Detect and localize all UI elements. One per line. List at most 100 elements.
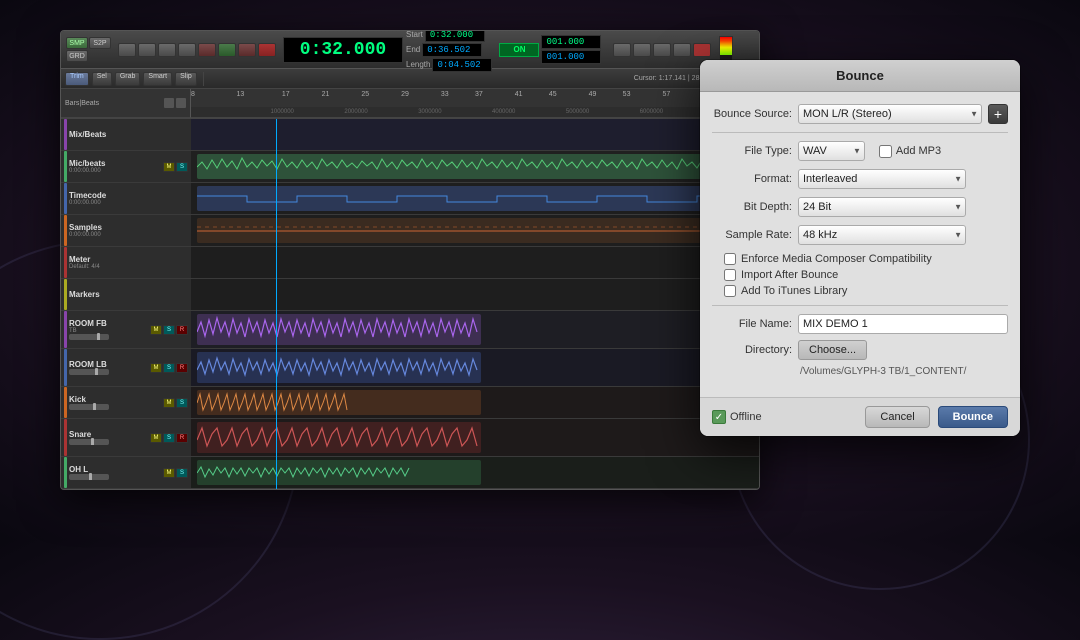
transport-stop-btn[interactable]	[238, 43, 256, 57]
extra-btn-4[interactable]	[673, 43, 691, 57]
transport-loop-btn[interactable]	[198, 43, 216, 57]
tool-trim[interactable]: Trim	[65, 72, 89, 86]
directory-path: /Volumes/GLYPH-3 TB/1_CONTENT/	[712, 366, 1008, 377]
solo-btn[interactable]: S	[163, 325, 175, 335]
file-type-select[interactable]: WAV	[798, 141, 865, 161]
ruler-label-33: 33	[441, 91, 449, 98]
waveform-svg	[197, 352, 481, 383]
track-item: ROOM FB TB M S R	[61, 311, 191, 349]
tool-selector[interactable]: Sel	[92, 72, 112, 86]
track-color-bar	[64, 489, 67, 490]
bounce-source-select[interactable]: MON L/R (Stereo)	[798, 104, 982, 124]
fader[interactable]	[69, 334, 109, 340]
extra-btn-1[interactable]	[613, 43, 631, 57]
start-counter[interactable]: 0:32.000	[425, 30, 485, 42]
rec-btn-2[interactable]	[693, 43, 711, 57]
solo-btn[interactable]: S	[176, 398, 188, 408]
fader[interactable]	[69, 369, 109, 375]
track-controls: M S R	[150, 363, 188, 373]
sample-rate-select[interactable]: 48 kHz	[798, 225, 966, 245]
tool-grab[interactable]: Grab	[115, 72, 141, 86]
mute-btn[interactable]: M	[163, 398, 175, 408]
track-wave-ohr[interactable]	[191, 489, 759, 490]
bounce-button[interactable]: Bounce	[938, 406, 1008, 428]
itunes-checkbox-row: Add To iTunes Library	[712, 285, 1008, 297]
solo-btn[interactable]: S	[163, 363, 175, 373]
mute-btn[interactable]: M	[163, 468, 175, 478]
add-mp3-checkbox[interactable]	[879, 145, 892, 158]
fader[interactable]	[69, 439, 109, 445]
mute-btn[interactable]: M	[150, 363, 162, 373]
rec-btn[interactable]: R	[176, 433, 188, 443]
transport-rec-btn[interactable]	[258, 43, 276, 57]
transport-rtz-btn[interactable]	[118, 43, 136, 57]
filename-row: File Name:	[712, 314, 1008, 334]
solo-btn[interactable]: S	[176, 162, 188, 172]
bounce-dialog: Bounce Bounce Source: MON L/R (Stereo) ▼…	[700, 60, 1020, 436]
ruler-label-29: 29	[401, 91, 409, 98]
track-color-bar	[64, 311, 67, 348]
extra-btn-3[interactable]	[653, 43, 671, 57]
track-controls: M S	[163, 162, 188, 172]
track-sub: 0:00:00.000	[69, 200, 188, 206]
mute-btn[interactable]: M	[150, 325, 162, 335]
start-label: Start	[406, 30, 423, 40]
mode-btn-grd[interactable]: GRD	[66, 50, 88, 62]
fader[interactable]	[69, 404, 109, 410]
wave-clip	[197, 154, 754, 179]
wave-clip	[197, 390, 481, 415]
sample-rate-row: Sample Rate: 48 kHz ▼	[712, 225, 1008, 245]
tool-smart[interactable]: Smart	[143, 72, 172, 86]
enforce-checkbox[interactable]	[724, 253, 736, 265]
bit-depth-select[interactable]: 24 Bit	[798, 197, 966, 217]
end-counter[interactable]: 0:36.502	[422, 43, 482, 57]
itunes-checkbox[interactable]	[724, 285, 736, 297]
wave-clip	[197, 218, 754, 243]
bounce-source-row: Bounce Source: MON L/R (Stereo) ▼ +	[712, 104, 1008, 124]
track-color-bar	[64, 215, 67, 246]
file-name-input[interactable]	[798, 314, 1008, 334]
ruler-content[interactable]: 8 13 17 21 25 29 33 37 41 45 49 53 57 61…	[191, 89, 759, 118]
transport-play-btn[interactable]	[218, 43, 236, 57]
sample-label-3: 3000000	[418, 109, 441, 115]
dialog-title: Bounce	[712, 68, 1008, 83]
transport-rew-btn[interactable]	[158, 43, 176, 57]
extra-btn-2[interactable]	[633, 43, 651, 57]
fader[interactable]	[69, 474, 109, 480]
transport-end-btn[interactable]	[138, 43, 156, 57]
format-select[interactable]: Interleaved	[798, 169, 966, 189]
ruler-label-45: 45	[549, 91, 557, 98]
mode-btn-s2p[interactable]: S2P	[89, 37, 111, 49]
waveform-area[interactable]	[191, 119, 759, 490]
track-item: ROOM LB M S R	[61, 349, 191, 387]
waveform-svg	[197, 460, 481, 485]
mute-btn[interactable]: M	[150, 433, 162, 443]
ruler-btn-2[interactable]	[176, 98, 186, 108]
track-name: Kick	[69, 395, 161, 404]
rec-btn[interactable]: R	[176, 363, 188, 373]
format-select-wrapper: Interleaved ▼	[798, 169, 966, 189]
counter-2[interactable]: 001.000	[541, 50, 601, 64]
transport-ff-btn[interactable]	[178, 43, 196, 57]
enforce-label: Enforce Media Composer Compatibility	[741, 253, 932, 265]
rec-btn[interactable]: R	[176, 325, 188, 335]
solo-btn[interactable]: S	[176, 468, 188, 478]
choose-directory-btn[interactable]: Choose...	[798, 340, 867, 360]
track-item: OH R M S	[61, 489, 191, 490]
tool-slip[interactable]: Slip	[175, 72, 197, 86]
track-color-bar	[64, 457, 67, 488]
track-controls: M S R	[150, 325, 188, 335]
solo-btn[interactable]: S	[163, 433, 175, 443]
mute-btn[interactable]: M	[163, 162, 175, 172]
cancel-button[interactable]: Cancel	[865, 406, 929, 428]
length-counter[interactable]: 0:04.502	[432, 58, 492, 72]
ruler-btn-1[interactable]	[164, 98, 174, 108]
bit-depth-label: Bit Depth:	[712, 201, 792, 213]
add-source-btn[interactable]: +	[988, 104, 1008, 124]
import-checkbox[interactable]	[724, 269, 736, 281]
counter-1[interactable]: 001.000	[541, 35, 601, 49]
track-controls: M S	[163, 398, 188, 408]
add-mp3-group: Add MP3	[879, 145, 941, 158]
mode-btn-smp[interactable]: SMP	[66, 37, 88, 49]
online-indicator: ON	[499, 43, 539, 57]
